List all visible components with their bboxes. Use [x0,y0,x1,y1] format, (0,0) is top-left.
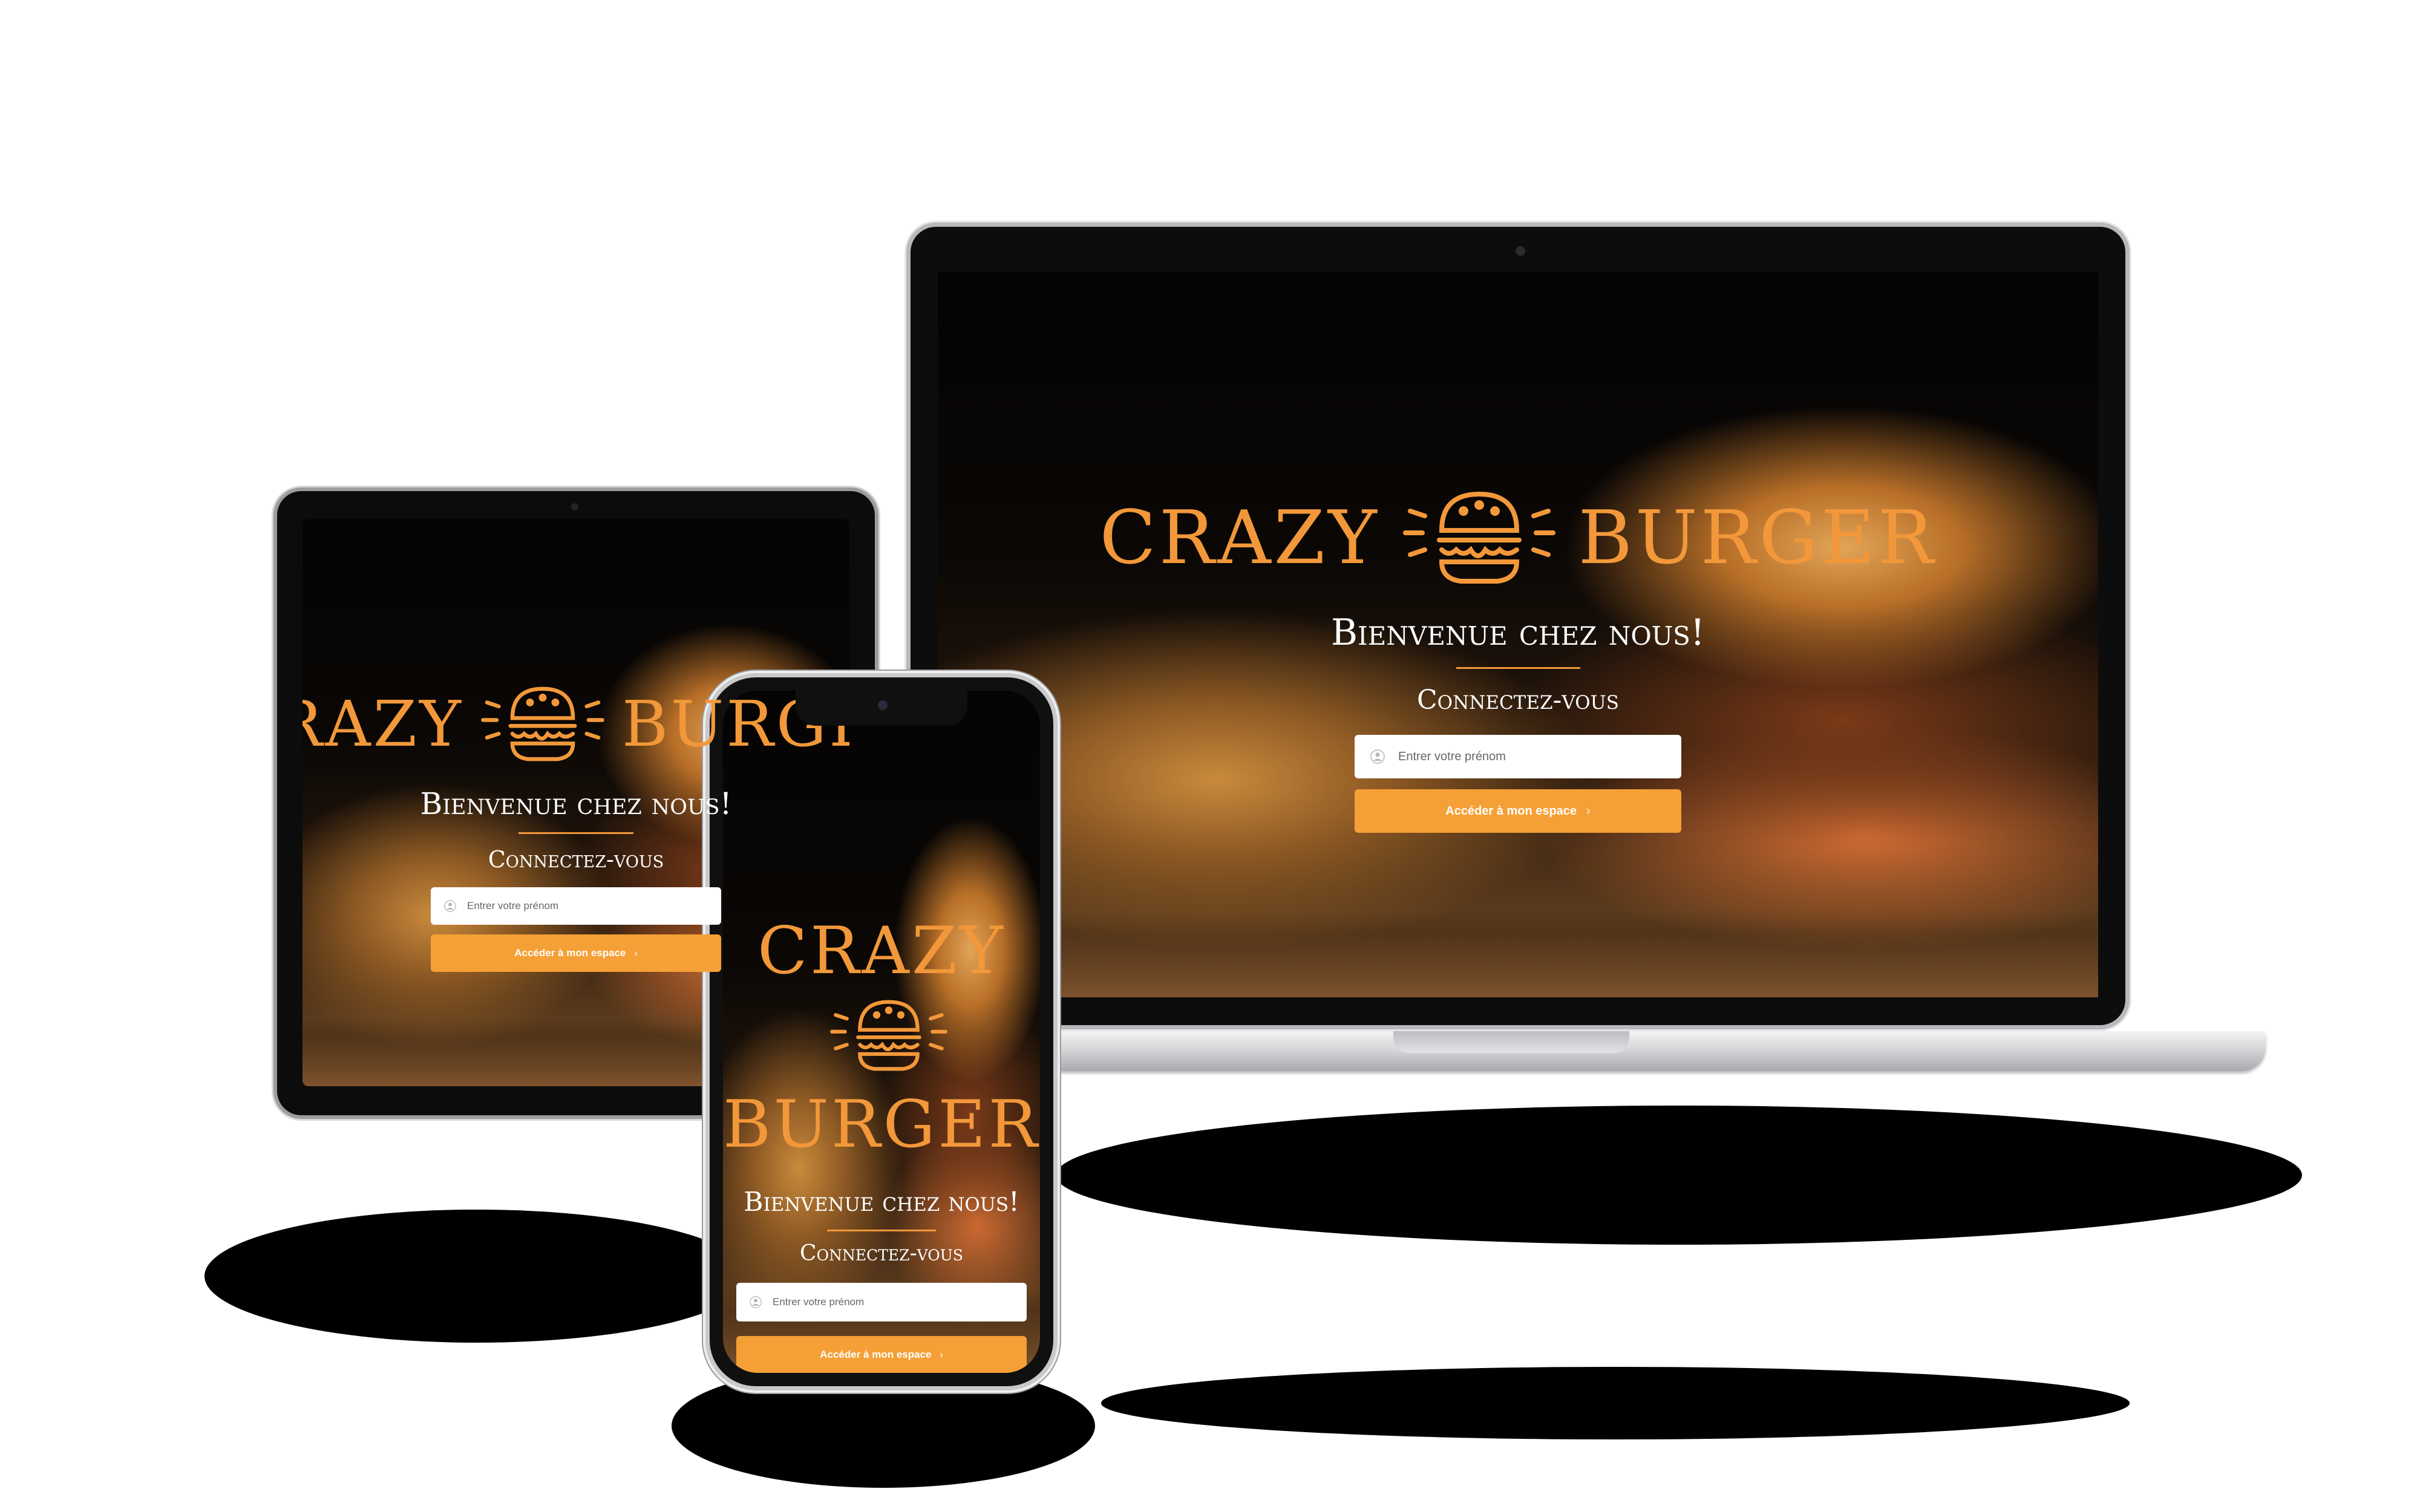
login-subtitle: Connectez-vous [800,1241,963,1266]
title-divider [1456,667,1580,669]
access-space-label: Accéder à mon espace [514,947,626,959]
welcome-heading: Bienvenue chez nous! [420,786,732,821]
laptop-screen: Crazy Burger Bienvenue chez nous! Connec… [938,272,2098,997]
title-divider [518,832,633,834]
phone-notch [796,691,967,726]
login-panel: Crazy Burger Bienvenue chez nous! Connec… [938,477,2098,833]
chevron-right-icon: › [634,947,638,959]
firstname-input[interactable] [1397,749,1666,764]
brand-word-burger: Burger [723,1087,1040,1162]
firstname-input[interactable] [771,1295,1013,1309]
firstname-input-box[interactable] [1355,735,1681,778]
laptop-base [886,1031,2266,1071]
access-space-button[interactable]: Accéder à mon espace › [1355,789,1681,833]
burger-icon [1402,491,1555,584]
laptop-camera [1516,246,1525,256]
far-shadow [1101,1367,2130,1439]
brand-logo: Crazy Burger [302,675,849,773]
access-space-label: Accéder à mon espace [820,1349,932,1360]
access-space-button[interactable]: Accéder à mon espace › [431,934,721,972]
user-icon [1370,749,1385,764]
welcome-heading: Bienvenue chez nous! [1330,611,1705,654]
brand-logo: Crazy Burger [1099,477,1936,598]
brand-word-crazy: Crazy [1099,495,1380,581]
brand-word-burger: Burger [1578,495,1937,581]
login-subtitle: Connectez-vous [1416,685,1619,715]
laptop-shadow [1056,1106,2302,1245]
burger-icon [830,1000,947,1071]
login-subtitle: Connectez-vous [488,846,664,873]
welcome-heading: Bienvenue chez nous! [744,1187,1019,1217]
access-space-label: Accéder à mon espace [1445,804,1577,818]
brand-logo: Crazy Burger [723,913,1038,1162]
title-divider [827,1230,936,1231]
phone-camera [878,700,888,710]
chevron-right-icon: › [940,1349,943,1360]
tablet-shadow [204,1210,749,1343]
brand-word-crazy: Crazy [302,687,464,761]
login-panel: Crazy Burger Bienvenue chez nous! Connec… [723,913,1040,1373]
user-icon [750,1296,762,1308]
brand-word-crazy: Crazy [757,913,1006,989]
tablet-camera [571,503,578,510]
firstname-input-box[interactable] [736,1283,1027,1321]
chevron-right-icon: › [1586,804,1591,818]
burger-icon [481,686,604,761]
laptop-trackpad-notch [1393,1031,1629,1053]
access-space-button[interactable]: Accéder à mon espace › [736,1336,1027,1373]
laptop-device: Crazy Burger Bienvenue chez nous! Connec… [911,227,2125,1025]
firstname-input-box[interactable] [431,887,721,925]
firstname-input[interactable] [466,899,708,913]
user-icon [444,900,456,912]
